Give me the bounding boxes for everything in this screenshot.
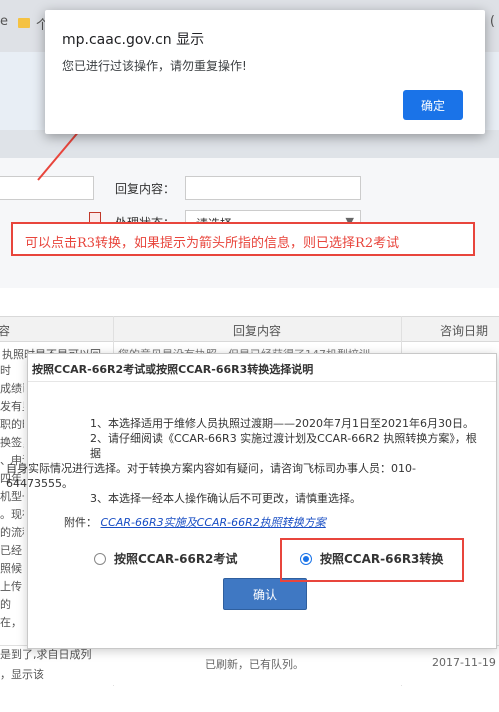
alert-dialog: mp.caac.gov.cn 显示 您已进行过该操作，请勿重复操作! 确定: [45, 10, 485, 134]
attachment-label: 附件：: [64, 516, 97, 529]
selection-modal: 按照CCAR-66R2考试或按照CCAR-66R3转换选择说明 1、本选择适用于…: [6, 353, 497, 649]
attachment-link[interactable]: CCAR-66R3实施及CCAR-66R2执照转换方案: [101, 516, 326, 529]
option-r2-exam[interactable]: 按照CCAR-66R2考试: [94, 550, 237, 567]
alert-ok-button[interactable]: 确定: [403, 90, 463, 120]
instruction-item-3: 3、本选择一经本人操作确认后不可更改，请慎重选择。: [90, 492, 361, 505]
instruction-item-2-cont: 自身实际情况进行选择。对于转换方案内容如有疑问，请咨询飞标司办事人员：010-6…: [6, 462, 416, 490]
instruction-item-1: 1、本选择适用于维修人员执照过渡期——2020年7月1日至2021年6月30日。: [90, 417, 474, 430]
instruction-item-2: 2、请仔细阅读《CCAR-66R3 实施过渡计划及CCAR-66R2 执照转换方…: [90, 432, 477, 460]
option-highlight-box: [280, 538, 464, 582]
confirm-button[interactable]: 确认: [223, 578, 307, 610]
alert-title: mp.caac.gov.cn 显示: [62, 32, 205, 48]
alert-message: 您已进行过该操作，请勿重复操作!: [62, 59, 247, 73]
radio-r2[interactable]: [94, 553, 106, 565]
attachment-row: 附件： CCAR-66R3实施及CCAR-66R2执照转换方案: [64, 514, 326, 530]
modal-header: 按照CCAR-66R2考试或按照CCAR-66R3转换选择说明: [28, 354, 496, 382]
modal-instructions: 1、本选择适用于维修人员执照过渡期——2020年7月1日至2021年6月30日。…: [6, 416, 482, 506]
modal-title: 按照CCAR-66R2考试或按照CCAR-66R3转换选择说明: [32, 363, 314, 376]
option-r2-label: 按照CCAR-66R2考试: [114, 552, 238, 566]
